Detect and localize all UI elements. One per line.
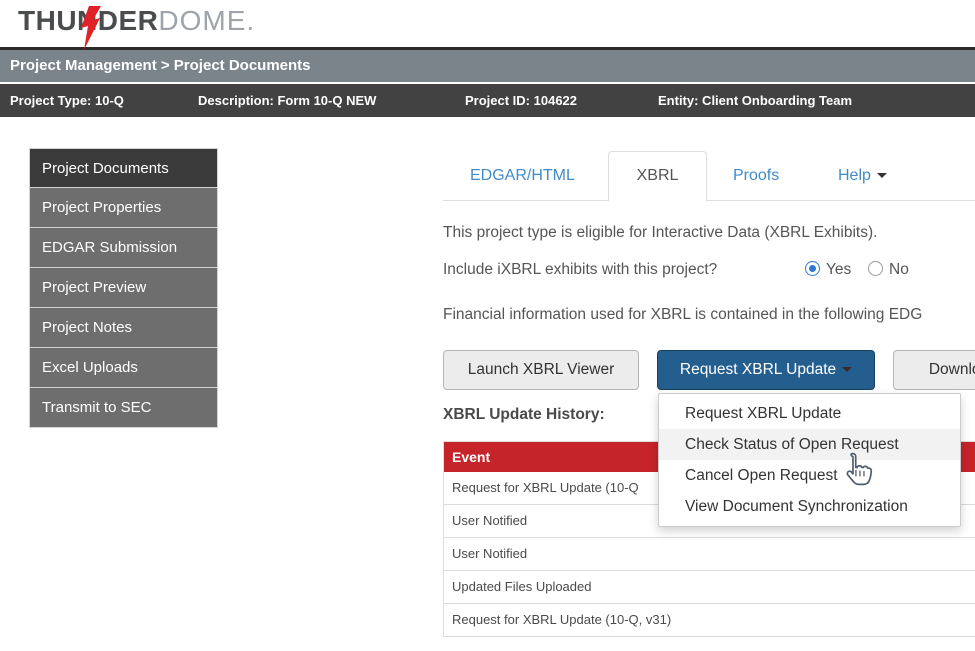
- launch-xbrl-viewer-button[interactable]: Launch XBRL Viewer: [443, 350, 639, 390]
- project-info-bar: Project Type: 10-Q Description: Form 10-…: [0, 84, 975, 117]
- radio-no-label: No: [889, 261, 909, 278]
- caret-down-icon: [877, 173, 887, 178]
- sidebar-item-excel-uploads[interactable]: Excel Uploads: [29, 348, 218, 388]
- download-button[interactable]: Downloa: [893, 350, 975, 390]
- request-xbrl-update-label: Request XBRL Update: [680, 361, 836, 378]
- logo-secondary-text: DOME.: [158, 5, 255, 36]
- tab-help[interactable]: Help: [838, 151, 887, 200]
- radio-group-no: No: [868, 261, 909, 279]
- ixbrl-question-label: Include iXBRL exhibits with this project…: [443, 261, 717, 279]
- radio-yes-label: Yes: [826, 261, 851, 278]
- content-tabs: EDGAR/HTML XBRL Proofs Help: [443, 151, 975, 201]
- tab-xbrl[interactable]: XBRL: [608, 151, 707, 201]
- breadcrumb: Project Management > Project Documents: [0, 50, 975, 81]
- thunderdome-logo: THUNDERDOME.: [18, 5, 255, 37]
- sidebar-item-project-documents[interactable]: Project Documents: [29, 148, 218, 188]
- financial-info-text: Financial information used for XBRL is c…: [443, 306, 922, 324]
- project-id-value: Project ID: 104622: [465, 84, 577, 117]
- project-entity-value: Entity: Client Onboarding Team: [658, 84, 852, 117]
- menu-item-cancel-open-request[interactable]: Cancel Open Request: [659, 460, 960, 491]
- sidebar-item-project-preview[interactable]: Project Preview: [29, 268, 218, 308]
- ixbrl-radio-row: Include iXBRL exhibits with this project…: [443, 261, 975, 283]
- tab-help-label: Help: [838, 167, 871, 184]
- menu-item-request-xbrl-update[interactable]: Request XBRL Update: [659, 398, 960, 429]
- caret-down-icon: [842, 367, 852, 372]
- sidebar-nav: Project Documents Project Properties EDG…: [29, 148, 218, 428]
- project-description-value: Description: Form 10-Q NEW: [198, 84, 376, 117]
- hand-pointer-cursor-icon: [840, 451, 874, 489]
- lightning-bolt-icon: [76, 6, 104, 50]
- sidebar-item-edgar-submission[interactable]: EDGAR Submission: [29, 228, 218, 268]
- radio-no-button[interactable]: [868, 261, 883, 276]
- radio-yes-button[interactable]: [805, 261, 820, 276]
- breadcrumb-bar: Project Management > Project Documents: [0, 47, 975, 82]
- sidebar-item-project-properties[interactable]: Project Properties: [29, 188, 218, 228]
- project-type-value: Project Type: 10-Q: [10, 84, 124, 117]
- tab-proofs[interactable]: Proofs: [733, 151, 779, 200]
- tab-edgar-html[interactable]: EDGAR/HTML: [470, 151, 575, 200]
- radio-group-yes: Yes: [805, 261, 851, 279]
- table-row[interactable]: Request for XBRL Update (10-Q, v31): [444, 604, 975, 637]
- sidebar-item-project-notes[interactable]: Project Notes: [29, 308, 218, 348]
- table-row[interactable]: User Notified: [444, 538, 975, 571]
- sidebar-item-transmit-to-sec[interactable]: Transmit to SEC: [29, 388, 218, 428]
- request-xbrl-update-dropdown-menu: Request XBRL Update Check Status of Open…: [658, 393, 961, 527]
- menu-item-view-document-synchronization[interactable]: View Document Synchronization: [659, 491, 960, 522]
- menu-item-check-status-of-open-request[interactable]: Check Status of Open Request: [659, 429, 960, 460]
- request-xbrl-update-button[interactable]: Request XBRL Update: [657, 350, 875, 390]
- app-root: THUNDERDOME. Project Management > Projec…: [0, 0, 975, 651]
- xbrl-update-history-label: XBRL Update History:: [443, 406, 605, 424]
- eligibility-text: This project type is eligible for Intera…: [443, 224, 877, 242]
- table-row[interactable]: Updated Files Uploaded: [444, 571, 975, 604]
